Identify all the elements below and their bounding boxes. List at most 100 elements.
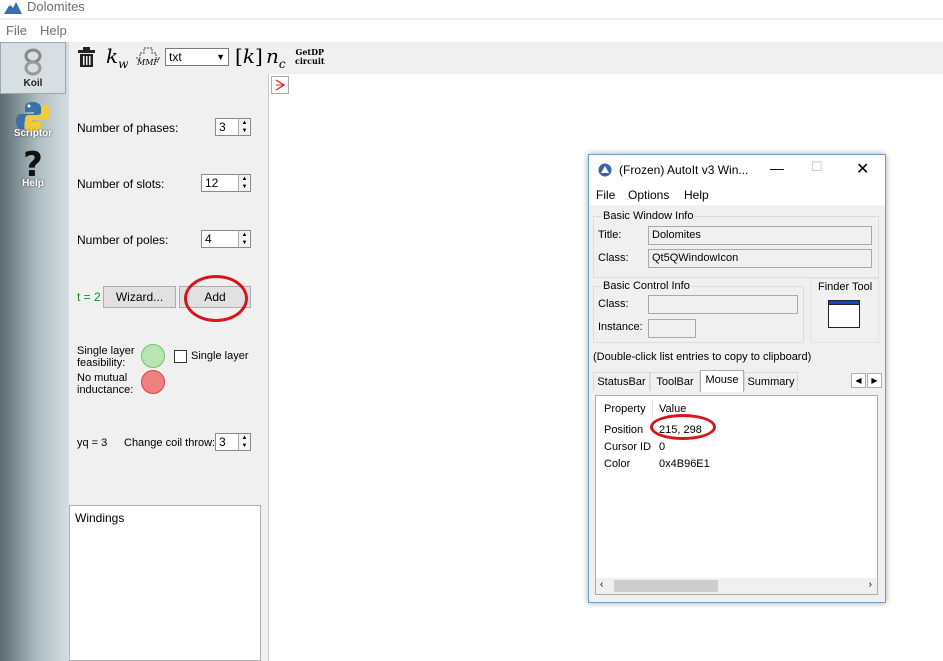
basic-window-info-title: Basic Window Info bbox=[602, 210, 695, 222]
phases-value: 3 bbox=[219, 120, 226, 134]
single-layer-checkbox-label: Single layer bbox=[191, 350, 249, 362]
coil-throw-value: 3 bbox=[219, 435, 226, 449]
class-label: Class: bbox=[598, 252, 629, 264]
toolbar: kw MMF txt ▼ [k] nc GetDP circuit bbox=[69, 42, 943, 74]
mutual-inductance-indicator bbox=[141, 370, 165, 394]
yq-label: yq = 3 bbox=[77, 437, 108, 449]
poles-stepper[interactable]: 4 ▲ ▼ bbox=[201, 230, 251, 248]
phases-label: Number of phases: bbox=[77, 121, 179, 135]
double-click-hint: (Double-click list entries to copy to cl… bbox=[593, 351, 812, 363]
control-class-field[interactable] bbox=[648, 295, 798, 314]
row-color-value[interactable]: 0x4B96E1 bbox=[659, 458, 710, 470]
poles-value: 4 bbox=[205, 232, 212, 246]
mmf-label: MMF bbox=[137, 58, 159, 67]
minimize-icon[interactable]: — bbox=[770, 160, 784, 176]
tab-statusbar[interactable]: StatusBar bbox=[593, 372, 650, 391]
circuit-label: circuit bbox=[295, 56, 325, 66]
getdp-circuit-button[interactable]: GetDP circuit bbox=[295, 48, 325, 66]
autoit-window: (Frozen) AutoIt v3 Win... — ☐ ✕ File Opt… bbox=[588, 154, 886, 603]
trash-icon[interactable] bbox=[78, 47, 95, 67]
tab-toolbar[interactable]: ToolBar bbox=[650, 372, 700, 391]
sidebar-item-scriptor[interactable]: Scriptor bbox=[0, 98, 66, 148]
single-layer-feas-line1: Single layer bbox=[77, 345, 135, 357]
mmf-icon[interactable]: MMF bbox=[135, 44, 161, 70]
title-label: Title: bbox=[598, 229, 622, 241]
koil-panel: Number of phases: 3 ▲ ▼ Number of slots: … bbox=[69, 74, 265, 661]
annotation-ring-position bbox=[650, 414, 716, 440]
phases-stepper[interactable]: 3 ▲ ▼ bbox=[215, 118, 251, 136]
no-mutual-line2: inductance: bbox=[77, 384, 134, 396]
slots-stepper[interactable]: 12 ▲ ▼ bbox=[201, 174, 251, 192]
instance-field[interactable] bbox=[648, 319, 696, 338]
autoit-title: (Frozen) AutoIt v3 Win... bbox=[619, 163, 749, 177]
sidebar-item-label: Help bbox=[22, 178, 44, 189]
spin-arrows-icon[interactable]: ▲ ▼ bbox=[238, 119, 250, 135]
finder-tool-label: Finder Tool bbox=[818, 281, 873, 293]
annotation-ring-add bbox=[184, 275, 248, 322]
tab-scroll-right-icon[interactable]: ▶ bbox=[867, 373, 882, 388]
single-layer-feas-line2: feasibility: bbox=[77, 357, 126, 369]
horizontal-scrollbar[interactable]: ‹ › bbox=[596, 578, 877, 594]
window-title: Dolomites bbox=[27, 0, 85, 14]
autoit-menu-options[interactable]: Options bbox=[628, 188, 669, 202]
close-icon[interactable]: ✕ bbox=[856, 159, 869, 179]
scroll-left-icon[interactable]: ‹ bbox=[600, 579, 603, 590]
feasibility-indicator bbox=[141, 344, 165, 368]
maximize-icon: ☐ bbox=[811, 159, 823, 174]
scrollbar-thumb[interactable] bbox=[614, 580, 718, 592]
row-cursor-id-value[interactable]: 0 bbox=[659, 441, 665, 453]
sidebar-item-label: Scriptor bbox=[13, 128, 53, 139]
row-position-property[interactable]: Position bbox=[604, 424, 643, 436]
finder-tool-group: Finder Tool bbox=[810, 278, 879, 343]
title-field[interactable]: Dolomites bbox=[648, 226, 872, 245]
file-type-value: txt bbox=[169, 50, 182, 64]
slots-value: 12 bbox=[205, 176, 219, 190]
row-cursor-id-property[interactable]: Cursor ID bbox=[604, 441, 651, 453]
sidebar: Koil Scriptor ? Help bbox=[0, 42, 69, 661]
control-class-label: Class: bbox=[598, 298, 629, 310]
mouse-info-list[interactable]: Property Value Position 215, 298 Cursor … bbox=[595, 395, 878, 595]
no-mutual-line1: No mutual bbox=[77, 372, 128, 384]
row-color-property[interactable]: Color bbox=[604, 458, 630, 470]
sidebar-item-label: Koil bbox=[23, 78, 43, 89]
sidebar-item-help[interactable]: ? Help bbox=[0, 148, 66, 196]
spin-arrows-icon[interactable]: ▲ ▼ bbox=[238, 231, 250, 247]
dolomites-icon bbox=[4, 2, 22, 14]
poles-label: Number of poles: bbox=[77, 233, 169, 247]
nc-icon[interactable]: nc bbox=[266, 44, 286, 71]
windings-list[interactable]: Windings bbox=[69, 505, 261, 661]
title-bar: Dolomites bbox=[0, 0, 943, 18]
instance-label: Instance: bbox=[598, 321, 643, 333]
tab-mouse[interactable]: Mouse bbox=[700, 370, 744, 392]
wizard-button[interactable]: Wizard... bbox=[103, 286, 176, 308]
autoit-icon bbox=[598, 163, 612, 177]
canvas-corner-button[interactable] bbox=[271, 76, 289, 94]
sidebar-item-koil[interactable]: Koil bbox=[0, 42, 66, 94]
coil-throw-stepper[interactable]: 3 ▲ ▼ bbox=[215, 433, 251, 451]
menu-help[interactable]: Help bbox=[40, 23, 67, 38]
column-divider bbox=[652, 399, 653, 417]
single-layer-checkbox[interactable] bbox=[174, 350, 187, 363]
header-property[interactable]: Property bbox=[604, 403, 646, 415]
spin-arrows-icon[interactable]: ▲ ▼ bbox=[238, 175, 250, 191]
class-field[interactable]: Qt5QWindowIcon bbox=[648, 249, 872, 268]
file-type-select[interactable]: txt ▼ bbox=[165, 48, 229, 66]
question-mark-icon: ? bbox=[23, 145, 43, 185]
autoit-title-bar: (Frozen) AutoIt v3 Win... — ☐ ✕ bbox=[589, 155, 885, 185]
red-arrow-icon bbox=[275, 79, 286, 91]
kw-icon[interactable]: kw bbox=[106, 44, 128, 71]
basic-window-info-group: Basic Window Info Title: Dolomites Class… bbox=[593, 210, 879, 278]
tab-summary[interactable]: Summary bbox=[744, 372, 798, 391]
menu-file[interactable]: File bbox=[6, 23, 27, 38]
tab-scroll-left-icon[interactable]: ◀ bbox=[851, 373, 866, 388]
single-layer-feasibility-label: Single layer feasibility: bbox=[77, 345, 134, 369]
spin-arrows-icon[interactable]: ▲ ▼ bbox=[238, 434, 250, 450]
finder-tool-icon[interactable] bbox=[828, 300, 860, 328]
windings-header: Windings bbox=[75, 511, 125, 525]
scroll-right-icon[interactable]: › bbox=[869, 579, 872, 590]
autoit-menu-help[interactable]: Help bbox=[684, 188, 709, 202]
k-bracket-icon[interactable]: [k] bbox=[235, 44, 263, 68]
no-mutual-inductance-label: No mutual inductance: bbox=[77, 372, 133, 396]
basic-control-info-group: Basic Control Info Class: Instance: bbox=[593, 280, 804, 343]
autoit-menu-file[interactable]: File bbox=[596, 188, 615, 202]
